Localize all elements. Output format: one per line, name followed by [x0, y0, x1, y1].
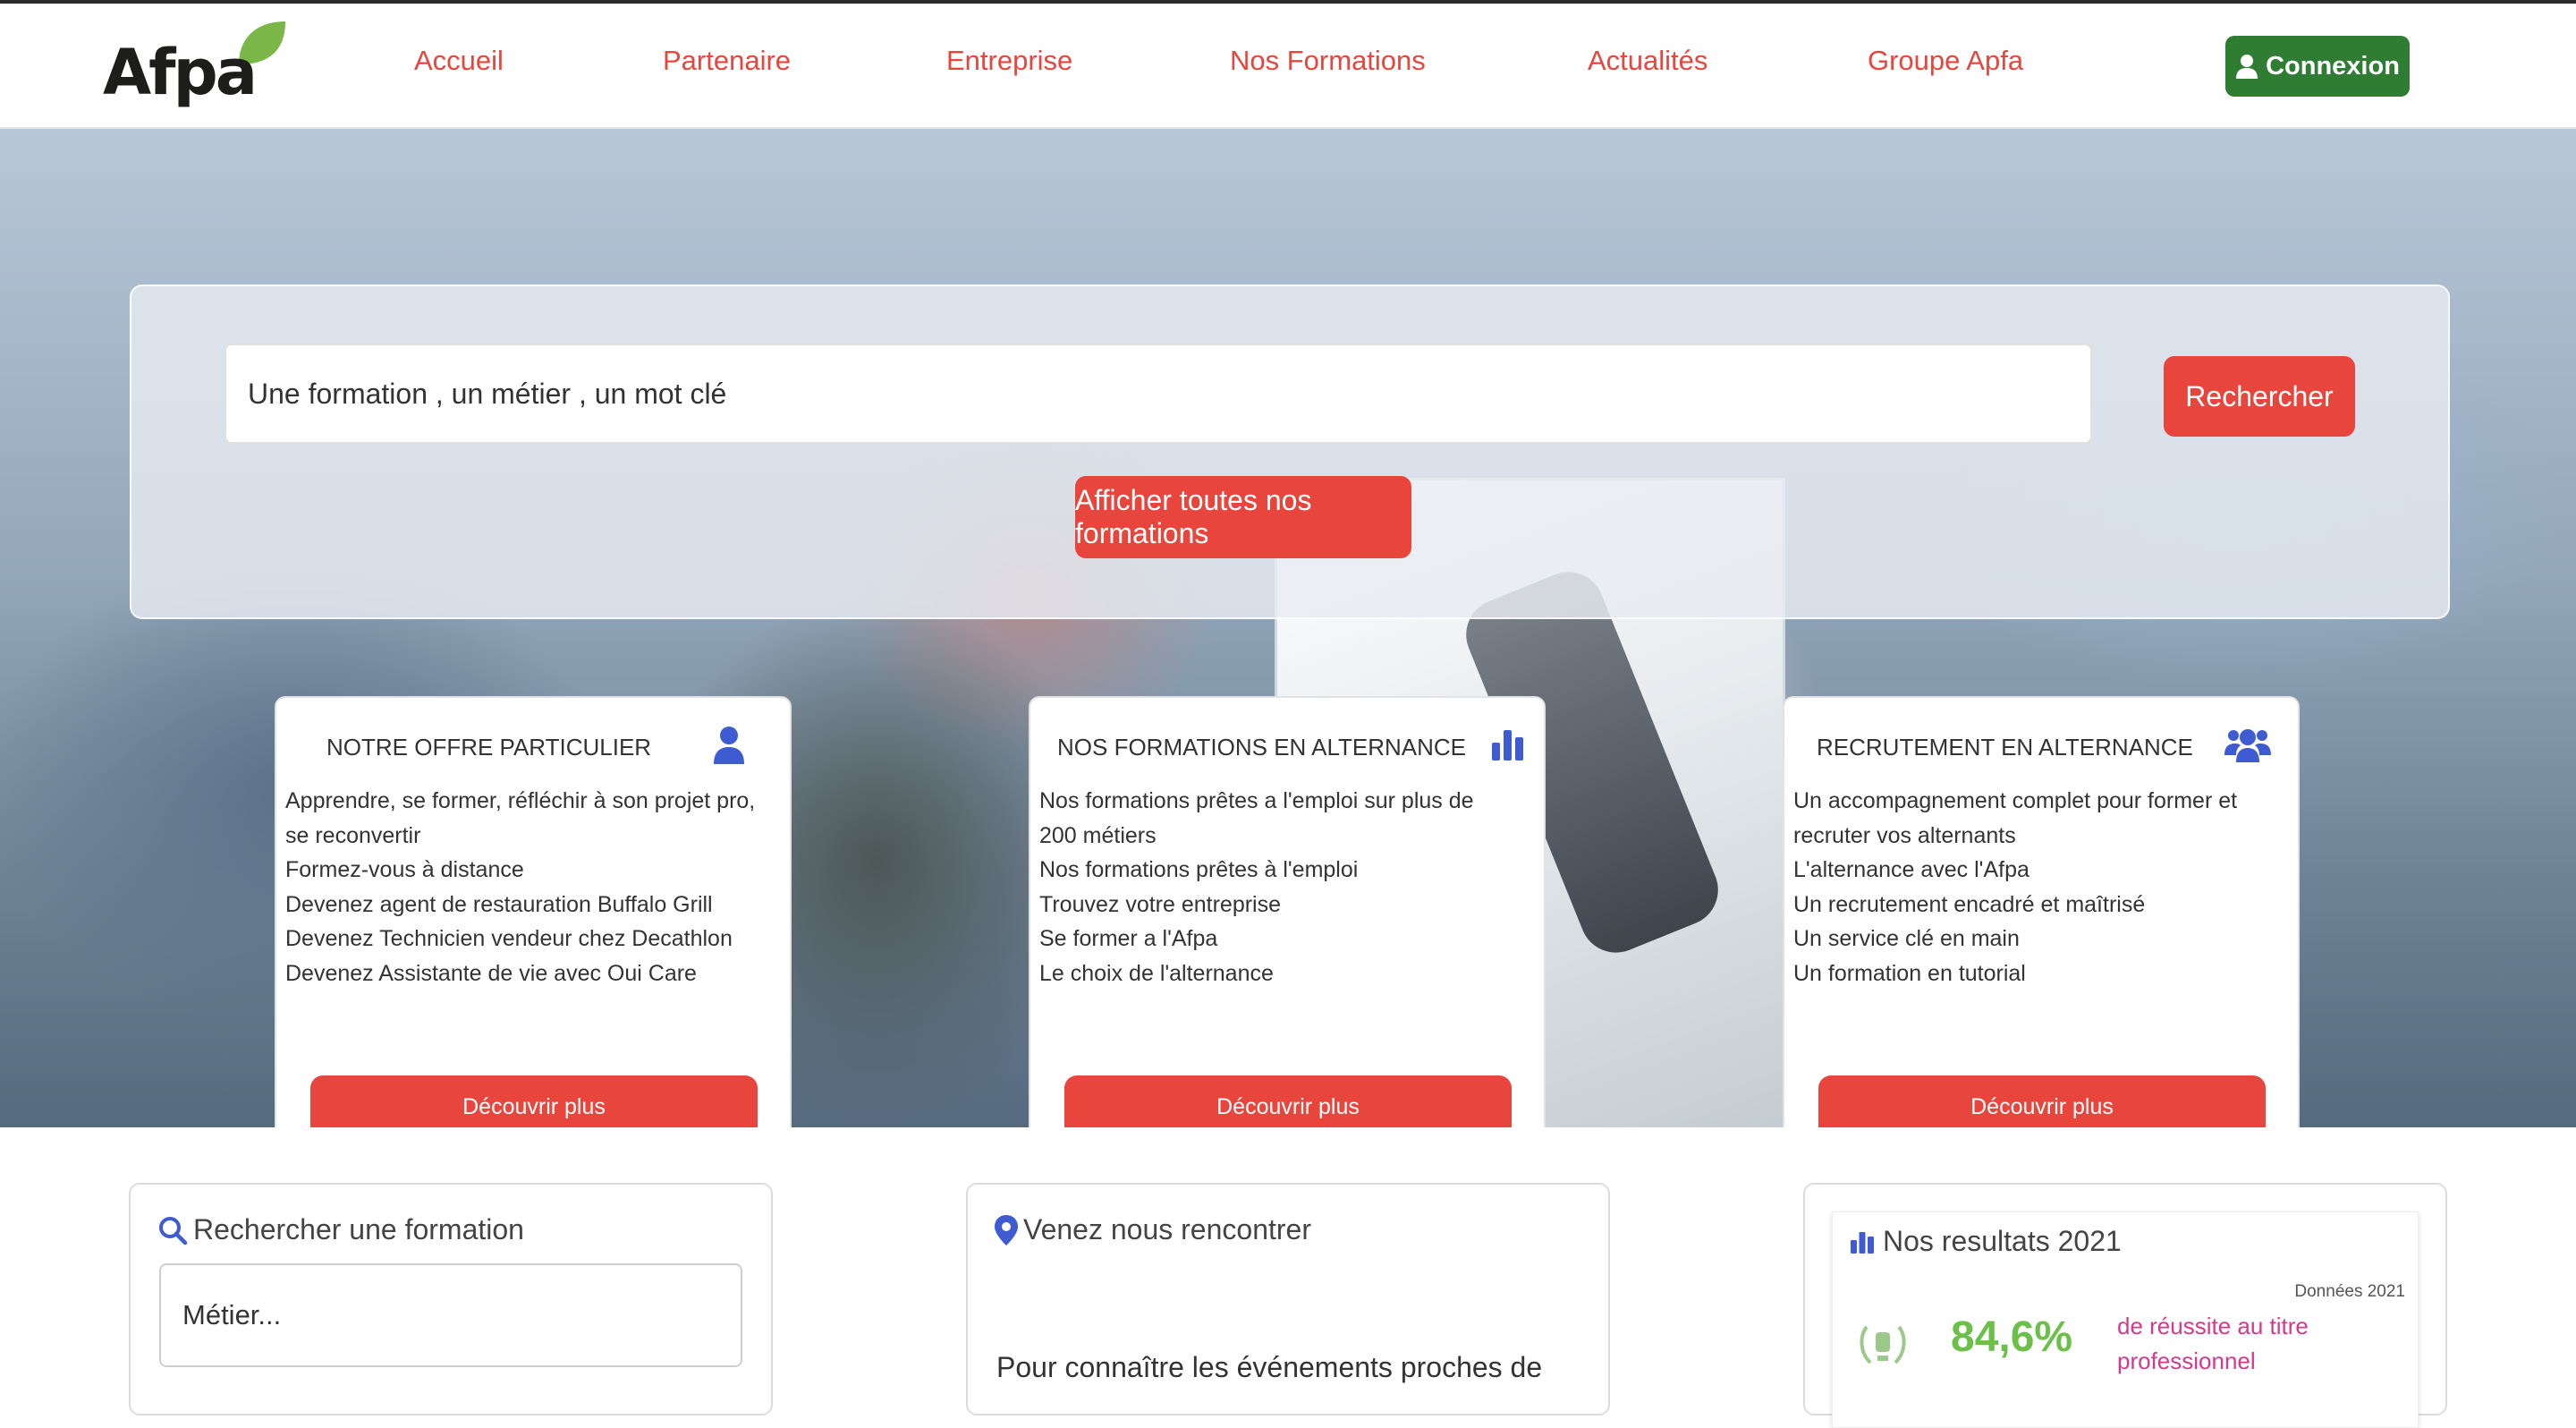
search-input[interactable] — [225, 344, 2092, 444]
card-title: RECRUTEMENT EN ALTERNANCE — [1817, 734, 2193, 761]
results-box: Nos resultats 2021 Données 2021 84,6% de… — [1803, 1183, 2447, 1428]
navbar: Afpa Accueil Partenaire Entreprise Nos F… — [0, 4, 2576, 129]
list-item[interactable]: recruter vos alternants — [1793, 819, 2294, 854]
user-icon — [714, 727, 744, 764]
card-formations-alternance: NOS FORMATIONS EN ALTERNANCE Nos formati… — [1029, 696, 1546, 1127]
laurel-trophy-icon — [1860, 1325, 1906, 1364]
login-label: Connexion — [2266, 51, 2400, 81]
nav-actualites[interactable]: Actualités — [1588, 45, 1707, 77]
card-list: Apprendre, se former, réfléchir à son pr… — [285, 784, 786, 990]
meet-us-label: Venez nous rencontrer — [1023, 1213, 1311, 1245]
search-formation-box: Rechercher une formation — [129, 1183, 773, 1415]
search-formation-title: Rechercher une formation — [157, 1213, 524, 1246]
user-icon — [2236, 55, 2258, 79]
nav-nos-formations[interactable]: Nos Formations — [1230, 45, 1426, 77]
card-recrutement-alternance: RECRUTEMENT EN ALTERNANCE Un accompagnem… — [1783, 696, 2300, 1127]
list-item[interactable]: Un service clé en main — [1793, 922, 2294, 956]
users-icon — [2224, 729, 2271, 762]
meet-us-text: Pour connaître les événements proches de — [996, 1351, 1543, 1383]
card-list: Un accompagnement complet pour former et… — [1793, 784, 2294, 990]
all-formations-button[interactable]: Afficher toutes nos formations — [1075, 476, 1411, 558]
card-list: Nos formations prêtes a l'emploi sur plu… — [1039, 784, 1540, 990]
list-item[interactable]: se reconvertir — [285, 819, 786, 854]
list-item[interactable]: Trouvez votre entreprise — [1039, 888, 1540, 922]
list-item[interactable]: Devenez Technicien vendeur chez Decathlo… — [285, 922, 786, 956]
list-item[interactable]: Nos formations prêtes à l'emploi — [1039, 853, 1540, 888]
nav-groupe-apfa[interactable]: Groupe Apfa — [1868, 45, 2023, 77]
chart-bar-icon — [1851, 1231, 1874, 1254]
hero-section: Rechercher Afficher toutes nos formation… — [0, 127, 2576, 1127]
results-title: Nos resultats 2021 — [1849, 1225, 2122, 1258]
meet-us-title: Venez nous rencontrer — [995, 1213, 1311, 1246]
list-item[interactable]: Apprendre, se former, réfléchir à son pr… — [285, 784, 786, 819]
nav-accueil[interactable]: Accueil — [414, 45, 504, 77]
discover-more-button[interactable]: Découvrir plus — [1818, 1075, 2266, 1127]
results-value: 84,6% — [1951, 1313, 2073, 1361]
search-icon — [159, 1216, 188, 1245]
list-item[interactable]: Le choix de l'alternance — [1039, 956, 1540, 991]
card-title: NOS FORMATIONS EN ALTERNANCE — [1057, 734, 1466, 761]
list-item[interactable]: Un accompagnement complet pour former et — [1793, 784, 2294, 819]
results-title-label: Nos resultats 2021 — [1883, 1225, 2122, 1257]
logo-text: Afpa — [103, 36, 258, 109]
discover-more-button[interactable]: Découvrir plus — [310, 1075, 758, 1127]
list-item[interactable]: 200 métiers — [1039, 819, 1540, 854]
list-item[interactable]: Nos formations prêtes a l'emploi sur plu… — [1039, 784, 1540, 819]
search-panel: Rechercher Afficher toutes nos formation… — [130, 285, 2450, 619]
list-item[interactable]: L'alternance avec l'Afpa — [1793, 853, 2294, 888]
afpa-logo[interactable]: Afpa — [103, 20, 291, 118]
metier-input[interactable] — [159, 1263, 742, 1367]
search-formation-label: Rechercher une formation — [193, 1213, 524, 1245]
meet-us-box: Venez nous rencontrer Pour connaître les… — [966, 1183, 1610, 1415]
list-item[interactable]: Se former a l'Afpa — [1039, 922, 1540, 956]
list-item[interactable]: Devenez Assistante de vie avec Oui Care — [285, 956, 786, 991]
nav-entreprise[interactable]: Entreprise — [946, 45, 1072, 77]
card-title: NOTRE OFFRE PARTICULIER — [326, 734, 652, 761]
list-item[interactable]: Un formation en tutorial — [1793, 956, 2294, 991]
search-button[interactable]: Rechercher — [2164, 356, 2355, 437]
login-button[interactable]: Connexion — [2225, 36, 2410, 97]
results-label: de réussite au titre professionnel — [2117, 1313, 2309, 1374]
results-note: Données 2021 — [2294, 1282, 2405, 1301]
list-item[interactable]: Formez-vous à distance — [285, 853, 786, 888]
list-item[interactable]: Devenez agent de restauration Buffalo Gr… — [285, 888, 786, 922]
results-card: Nos resultats 2021 Données 2021 84,6% de… — [1832, 1211, 2419, 1428]
list-item[interactable]: Un recrutement encadré et maîtrisé — [1793, 888, 2294, 922]
map-marker-icon — [995, 1214, 1018, 1245]
discover-more-button[interactable]: Découvrir plus — [1064, 1075, 1512, 1127]
card-offre-particulier: NOTRE OFFRE PARTICULIER Apprendre, se fo… — [275, 696, 792, 1127]
nav-partenaire[interactable]: Partenaire — [663, 45, 791, 77]
chart-bar-icon — [1492, 730, 1523, 761]
